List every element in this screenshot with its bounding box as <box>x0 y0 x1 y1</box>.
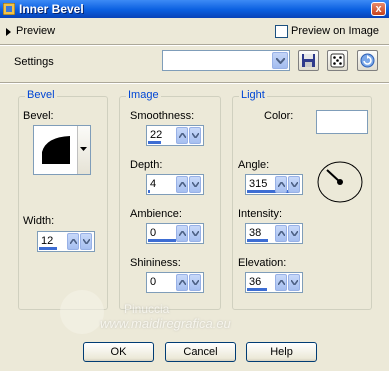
chevron-down-icon <box>291 231 298 236</box>
depth-value[interactable]: 4 <box>150 178 156 190</box>
bevel-shape-picker[interactable] <box>33 125 91 175</box>
chevron-up-icon <box>278 231 285 236</box>
close-icon: x <box>375 3 382 15</box>
depth-spinner[interactable]: 4 <box>146 174 204 195</box>
angle-spinner[interactable]: 315 <box>245 174 303 195</box>
bevel-label: Bevel: <box>23 110 54 122</box>
watermark-name: Pinuccia <box>124 302 170 316</box>
close-button[interactable]: x <box>371 2 386 16</box>
smoothness-decrement-button[interactable] <box>189 127 201 144</box>
ambience-decrement-button[interactable] <box>189 225 201 242</box>
chevron-down-icon <box>192 133 199 138</box>
chevron-up-icon <box>179 182 186 187</box>
chevron-down-icon[interactable] <box>272 52 288 69</box>
ambience-value[interactable]: 0 <box>150 227 156 239</box>
ambience-spinner[interactable]: 0 <box>146 223 204 244</box>
intensity-spinner[interactable]: 38 <box>245 223 303 244</box>
chevron-up-icon <box>179 133 186 138</box>
watermark-logo-icon <box>60 290 104 334</box>
intensity-label: Intensity: <box>238 208 283 220</box>
settings-select[interactable] <box>162 50 290 71</box>
save-preset-button[interactable] <box>298 50 319 71</box>
chevron-down-icon <box>291 182 298 187</box>
elevation-decrement-button[interactable] <box>288 274 300 291</box>
depth-increment-button[interactable] <box>176 176 188 193</box>
shininess-label: Shininess: <box>130 257 181 269</box>
elevation-label: Elevation: <box>238 257 287 269</box>
reset-icon <box>360 53 375 68</box>
randomize-button[interactable] <box>327 50 348 71</box>
chevron-up-icon <box>179 280 186 285</box>
reset-button[interactable] <box>357 50 378 71</box>
depth-slider-bar[interactable] <box>148 190 150 193</box>
intensity-slider-bar[interactable] <box>247 239 268 242</box>
expand-arrow-icon[interactable] <box>6 28 11 36</box>
ok-button[interactable]: OK <box>83 342 154 362</box>
width-value[interactable]: 12 <box>41 235 53 247</box>
intensity-increment-button[interactable] <box>275 225 287 242</box>
divider <box>0 82 389 84</box>
elevation-increment-button[interactable] <box>275 274 287 291</box>
smoothness-label: Smoothness: <box>130 110 195 122</box>
preview-on-image-checkbox[interactable] <box>275 25 288 38</box>
chevron-down-icon <box>83 239 90 244</box>
depth-label: Depth: <box>130 159 163 171</box>
preview-row: Preview Preview on Image <box>0 18 389 46</box>
intensity-value[interactable]: 38 <box>249 227 261 239</box>
elevation-value[interactable]: 36 <box>249 276 261 288</box>
chevron-down-icon <box>192 280 199 285</box>
smoothness-increment-button[interactable] <box>176 127 188 144</box>
ambience-increment-button[interactable] <box>176 225 188 242</box>
width-spinner[interactable]: 12 <box>37 231 95 252</box>
angle-decrement-button[interactable] <box>288 176 300 193</box>
chevron-down-icon <box>80 147 87 151</box>
preview-on-image-label[interactable]: Preview on Image <box>291 25 379 37</box>
chevron-down-icon <box>192 182 199 187</box>
dice-icon <box>330 53 345 68</box>
angle-dial[interactable] <box>316 160 364 204</box>
bevel-app-icon <box>3 3 15 15</box>
title-bar: Inner Bevel x <box>0 0 389 18</box>
chevron-up-icon <box>179 231 186 236</box>
width-label: Width: <box>23 215 55 227</box>
width-slider-bar[interactable] <box>39 247 57 250</box>
cancel-button[interactable]: Cancel <box>165 342 236 362</box>
chevron-down-icon <box>291 280 298 285</box>
angle-increment-button[interactable] <box>275 176 287 193</box>
light-group-title: Light <box>239 89 267 101</box>
bevel-group-title: Bevel <box>25 89 57 101</box>
chevron-up-icon <box>278 280 285 285</box>
divider <box>0 44 389 46</box>
chevron-up-icon <box>70 239 77 244</box>
shininess-decrement-button[interactable] <box>189 274 201 291</box>
bevel-shape-icon <box>42 136 70 164</box>
width-increment-button[interactable] <box>67 233 79 250</box>
smoothness-spinner[interactable]: 22 <box>146 125 204 146</box>
ambience-slider-bar[interactable] <box>148 239 176 242</box>
angle-value[interactable]: 315 <box>249 178 267 190</box>
depth-decrement-button[interactable] <box>189 176 201 193</box>
smoothness-slider-bar[interactable] <box>148 141 161 144</box>
smoothness-value[interactable]: 22 <box>150 129 162 141</box>
shininess-value[interactable]: 0 <box>150 276 156 288</box>
save-icon <box>302 54 315 67</box>
settings-label: Settings <box>14 56 54 68</box>
help-button[interactable]: Help <box>246 342 317 362</box>
window-title: Inner Bevel <box>19 2 84 16</box>
chevron-down-icon <box>192 231 199 236</box>
preview-toggle-label[interactable]: Preview <box>16 25 55 37</box>
width-decrement-button[interactable] <box>80 233 92 250</box>
shininess-increment-button[interactable] <box>176 274 188 291</box>
bevel-dropdown-arrow[interactable] <box>77 126 90 174</box>
ambience-label: Ambience: <box>130 208 182 220</box>
watermark: Pinuccia www.maidiregrafica.eu <box>60 290 260 345</box>
chevron-up-icon <box>278 182 285 187</box>
color-label: Color: <box>264 110 294 122</box>
image-group-title: Image <box>126 89 161 101</box>
light-color-swatch[interactable] <box>316 110 368 134</box>
watermark-url: www.maidiregrafica.eu <box>100 316 231 331</box>
angle-label: Angle: <box>238 159 270 171</box>
intensity-decrement-button[interactable] <box>288 225 300 242</box>
